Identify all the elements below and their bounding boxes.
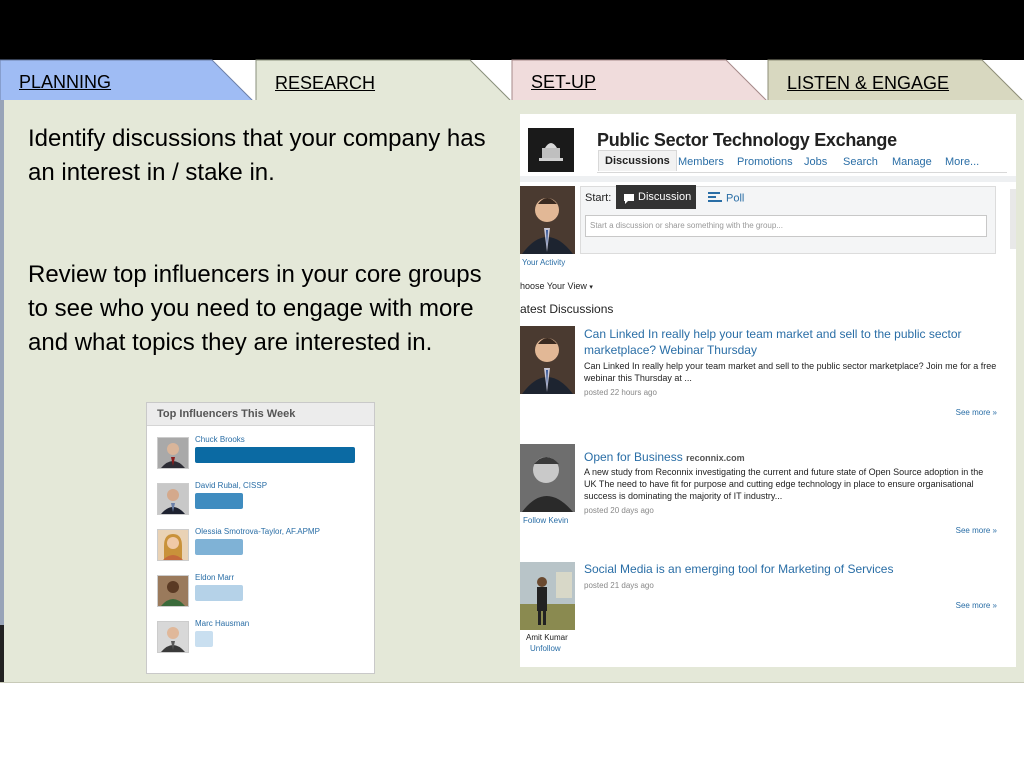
- group-tab-search[interactable]: Search: [843, 156, 878, 168]
- tab-setup-label[interactable]: SET-UP: [531, 72, 596, 93]
- avatar[interactable]: [520, 444, 575, 512]
- tab-research[interactable]: RESEARCH: [255, 59, 514, 103]
- your-activity-link[interactable]: Your Activity: [522, 258, 565, 267]
- tab-research-label[interactable]: RESEARCH: [275, 73, 375, 94]
- right-sidebar-edge: [1010, 189, 1016, 249]
- discussion-title-link[interactable]: Can Linked In really help your team mark…: [584, 326, 984, 358]
- unfollow-link[interactable]: Unfollow: [530, 644, 561, 653]
- discussion-title-link[interactable]: Social Media is an emerging tool for Mar…: [584, 561, 984, 577]
- top-black-bar: [0, 0, 1024, 60]
- avatar[interactable]: [520, 326, 575, 394]
- influencer-row[interactable]: Chuck Brooks: [157, 435, 367, 477]
- group-tab-jobs[interactable]: Jobs: [804, 156, 827, 168]
- group-tab-members[interactable]: Members: [678, 156, 724, 168]
- choose-your-view[interactable]: hoose Your View ▾: [520, 281, 593, 291]
- avatar[interactable]: [157, 483, 189, 515]
- tab-setup[interactable]: SET-UP: [511, 59, 770, 103]
- top-influencers-widget: Top Influencers This Week Chuck Brooks D…: [146, 402, 375, 674]
- influencer-name[interactable]: David Rubal, CISSP: [195, 481, 267, 490]
- avatar[interactable]: [157, 437, 189, 469]
- influence-bar: [195, 447, 355, 463]
- discussion-timestamp: posted 21 days ago: [584, 581, 654, 590]
- poll-button-label[interactable]: Poll: [726, 192, 744, 204]
- influencer-name[interactable]: Chuck Brooks: [195, 435, 245, 444]
- influencer-row[interactable]: Eldon Marr: [157, 573, 367, 615]
- avatar[interactable]: [157, 575, 189, 607]
- group-page-screenshot: Public Sector Technology Exchange Discus…: [520, 114, 1016, 667]
- top-influencers-title: Top Influencers This Week: [147, 403, 374, 426]
- latest-discussions-heading: atest Discussions: [520, 302, 614, 316]
- avatar[interactable]: [520, 186, 575, 254]
- author-name[interactable]: Amit Kumar: [526, 633, 568, 642]
- see-more-link[interactable]: See more »: [956, 526, 997, 535]
- instruction-paragraph-2: Review top influencers in your core grou…: [28, 261, 482, 356]
- see-more-link[interactable]: See more »: [956, 408, 997, 417]
- discussion-snippet: Can Linked In really help your team mark…: [584, 361, 997, 383]
- tab-listen-engage-label[interactable]: LISTEN & ENGAGE: [787, 73, 949, 94]
- discussion-title-link[interactable]: Open for Business reconnix.com: [584, 449, 984, 466]
- influencer-name[interactable]: Olessia Smotrova-Taylor, AF.APMP: [195, 527, 320, 536]
- group-logo[interactable]: [528, 128, 574, 172]
- influence-bar: [195, 585, 243, 601]
- discussion-source: reconnix.com: [686, 453, 745, 463]
- discussion-timestamp: posted 20 days ago: [584, 506, 654, 515]
- choose-your-view-label[interactable]: hoose Your View: [520, 281, 587, 291]
- tab-listen-engage[interactable]: LISTEN & ENGAGE: [767, 59, 1024, 103]
- influencer-row[interactable]: Olessia Smotrova-Taylor, AF.APMP: [157, 527, 367, 569]
- poll-button[interactable]: Poll: [708, 191, 744, 206]
- tab-planning[interactable]: PLANNING: [0, 59, 256, 103]
- discussion-button-label[interactable]: Discussion: [638, 191, 691, 203]
- follow-link[interactable]: Follow Kevin: [523, 516, 568, 525]
- influence-bar: [195, 631, 213, 647]
- influencer-row[interactable]: Marc Hausman: [157, 619, 367, 661]
- nav-divider: [597, 172, 1007, 173]
- discussion-timestamp: posted 22 hours ago: [584, 388, 657, 397]
- group-tab-discussions[interactable]: Discussions: [598, 150, 677, 171]
- discussion-button[interactable]: Discussion: [616, 185, 696, 209]
- influencer-name[interactable]: Marc Hausman: [195, 619, 249, 628]
- planning-edge-dark: [0, 625, 4, 682]
- group-tab-manage[interactable]: Manage: [892, 156, 932, 168]
- influencer-name[interactable]: Eldon Marr: [195, 573, 234, 582]
- speech-bubble-icon: [623, 190, 635, 214]
- planning-edge: [0, 100, 4, 625]
- panel-bottom-line: [0, 682, 1024, 683]
- group-title: Public Sector Technology Exchange: [597, 130, 897, 150]
- influencer-row[interactable]: David Rubal, CISSP: [157, 481, 367, 523]
- influence-bar: [195, 493, 243, 509]
- poll-icon: [708, 191, 722, 206]
- tab-planning-label[interactable]: PLANNING: [19, 72, 111, 93]
- influence-bar: [195, 539, 243, 555]
- see-more-link[interactable]: See more »: [956, 601, 997, 610]
- avatar[interactable]: [157, 621, 189, 653]
- group-tab-promotions[interactable]: Promotions: [737, 156, 793, 168]
- avatar[interactable]: [520, 562, 575, 630]
- group-tab-more[interactable]: More...: [945, 156, 979, 168]
- avatar[interactable]: [157, 529, 189, 561]
- instruction-paragraph-1: Identify discussions that your company h…: [28, 125, 486, 186]
- start-label: Start:: [585, 192, 612, 204]
- caret-down-icon: ▾: [589, 284, 593, 291]
- gray-separator: [520, 176, 1016, 182]
- discussion-title-text[interactable]: Open for Business: [584, 450, 683, 464]
- discussion-input[interactable]: Start a discussion or share something wi…: [585, 215, 987, 237]
- discussion-snippet: A new study from Reconnix investigating …: [584, 467, 984, 501]
